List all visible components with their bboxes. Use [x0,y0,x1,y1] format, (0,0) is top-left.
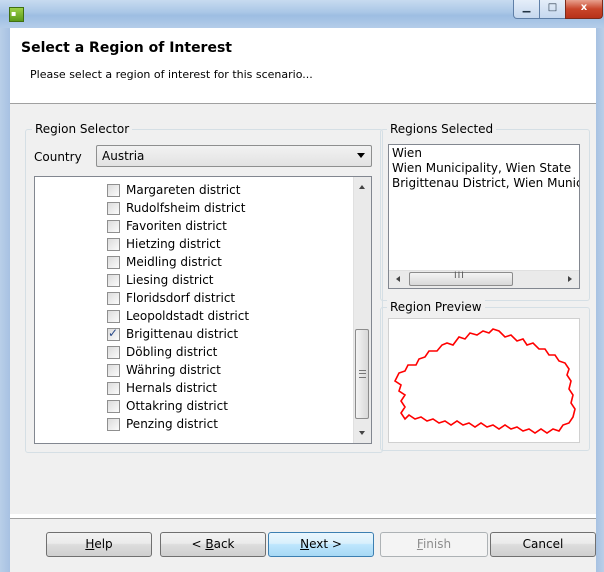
list-item[interactable]: Hernals district [107,379,217,397]
list-item[interactable]: Favoriten district [107,217,227,235]
region-outline-map [393,328,576,434]
country-select-value: Austria [102,149,145,163]
scroll-left-arrow-icon[interactable] [396,276,400,282]
window-frame-right [596,28,604,572]
page-title: Select a Region of Interest [21,40,232,56]
selected-region: Brigittenau District, Wien Munici [392,176,580,190]
list-item[interactable]: Ottakring district [107,397,228,415]
list-item[interactable]: Hietzing district [107,235,221,253]
region-preview-canvas [388,318,580,443]
list-item[interactable]: Döbling district [107,343,217,361]
scroll-down-arrow-icon[interactable] [359,431,365,435]
finish-button: Finish [380,532,488,557]
cancel-button[interactable]: Cancel [490,532,596,557]
list-item[interactable]: Meidling district [107,253,222,271]
checkbox-checked[interactable] [107,326,120,341]
checkbox[interactable] [107,399,120,413]
list-item[interactable]: Brigittenau district [107,325,238,343]
back-button[interactable]: < Back [160,532,266,557]
scroll-right-arrow-icon[interactable] [568,276,572,282]
checkbox[interactable] [107,201,120,215]
list-item[interactable]: Währing district [107,361,221,379]
help-button[interactable]: Help [46,532,152,557]
window-frame-left [0,28,10,572]
list-item[interactable]: Floridsdorf district [107,289,235,307]
maximize-icon: □ [547,2,558,13]
region-preview-label: Region Preview [387,300,485,314]
minimize-icon: ▁ [522,2,531,13]
selected-region: Wien [392,146,422,160]
scroll-thumb[interactable] [355,329,369,419]
minimize-button[interactable]: ▁ [513,0,540,19]
grip-icon: III [454,271,465,281]
list-item[interactable]: Rudolfsheim district [107,199,245,217]
country-label: Country [34,150,82,164]
scroll-thumb[interactable]: III [409,271,513,286]
wizard-content: Region Selector Country Austria Margaret… [10,104,596,514]
next-button[interactable]: Next > [268,532,374,557]
checkbox[interactable] [107,183,120,197]
checkbox[interactable] [107,291,120,305]
checkbox[interactable] [107,237,120,251]
selected-region: Wien Municipality, Wien State [392,161,572,175]
checkbox[interactable] [107,363,120,377]
country-select[interactable]: Austria [96,145,372,167]
list-item[interactable]: Penzing district [107,415,218,433]
checkbox[interactable] [107,219,120,233]
list-item[interactable]: Margareten district [107,181,240,199]
close-icon: x [580,2,588,13]
app-logo-icon: ▪ [9,7,24,22]
list-item[interactable]: Liesing district [107,271,214,289]
grip-icon [359,370,366,378]
checkbox[interactable] [107,417,120,431]
region-list-scrollbar[interactable] [353,177,371,443]
wizard-header: Select a Region of Interest Please selec… [10,28,596,104]
checkbox[interactable] [107,309,120,323]
checkbox[interactable] [107,345,120,359]
region-selector-label: Region Selector [32,122,133,136]
regions-selected-list[interactable]: Wien Wien Municipality, Wien State Brigi… [388,144,580,289]
list-item[interactable]: Leopoldstadt district [107,307,249,325]
close-button[interactable]: x [565,0,603,19]
regions-selected-hscrollbar[interactable]: III [389,270,579,288]
chevron-down-icon [357,153,365,158]
regions-selected-label: Regions Selected [387,122,497,136]
checkbox[interactable] [107,273,120,287]
region-list[interactable]: Margareten district Rudolfsheim district… [34,176,372,444]
maximize-button[interactable]: □ [539,0,566,19]
page-subtitle: Please select a region of interest for t… [30,68,313,81]
checkbox[interactable] [107,255,120,269]
scroll-up-arrow-icon[interactable] [359,185,365,189]
checkbox[interactable] [107,381,120,395]
title-bar: ▪ ▁ □ x [0,0,604,28]
